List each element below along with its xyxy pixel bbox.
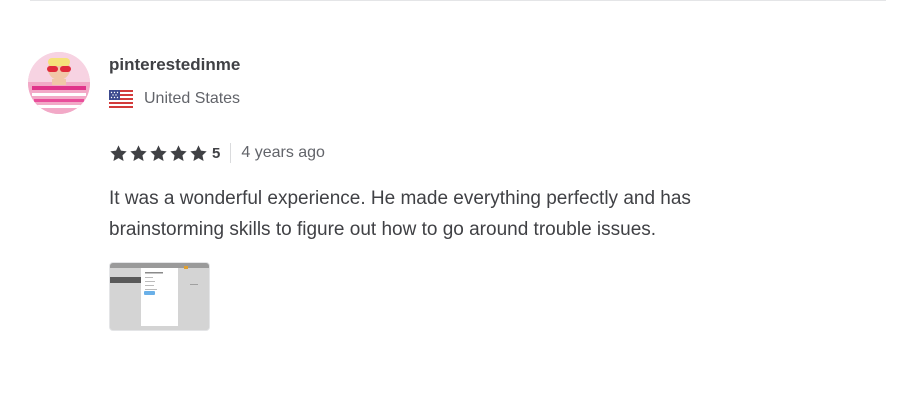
country-name: United States <box>144 90 241 107</box>
avatar-image <box>28 52 90 114</box>
username[interactable]: pinterestedinme <box>109 52 240 78</box>
screenshot-thumbnail <box>110 263 209 330</box>
star-icon <box>170 144 187 161</box>
star-icon <box>130 144 147 161</box>
rating-row: 5 4 years ago <box>109 142 325 164</box>
avatar[interactable] <box>28 52 90 114</box>
star-icon <box>110 144 127 161</box>
user-info: pinterestedinme United States <box>109 52 240 110</box>
star-icon <box>150 144 167 161</box>
us-flag-icon <box>109 90 133 108</box>
top-divider <box>30 0 886 1</box>
country-row: United States <box>109 88 240 110</box>
review-attachment-thumbnail[interactable] <box>109 262 210 331</box>
review-time: 4 years ago <box>241 144 325 161</box>
star-icon <box>190 144 207 161</box>
rating-value: 5 <box>212 144 221 162</box>
rating-separator <box>230 143 232 163</box>
review-text: It was a wonderful experience. He made e… <box>109 188 691 240</box>
star-rating <box>109 144 209 163</box>
